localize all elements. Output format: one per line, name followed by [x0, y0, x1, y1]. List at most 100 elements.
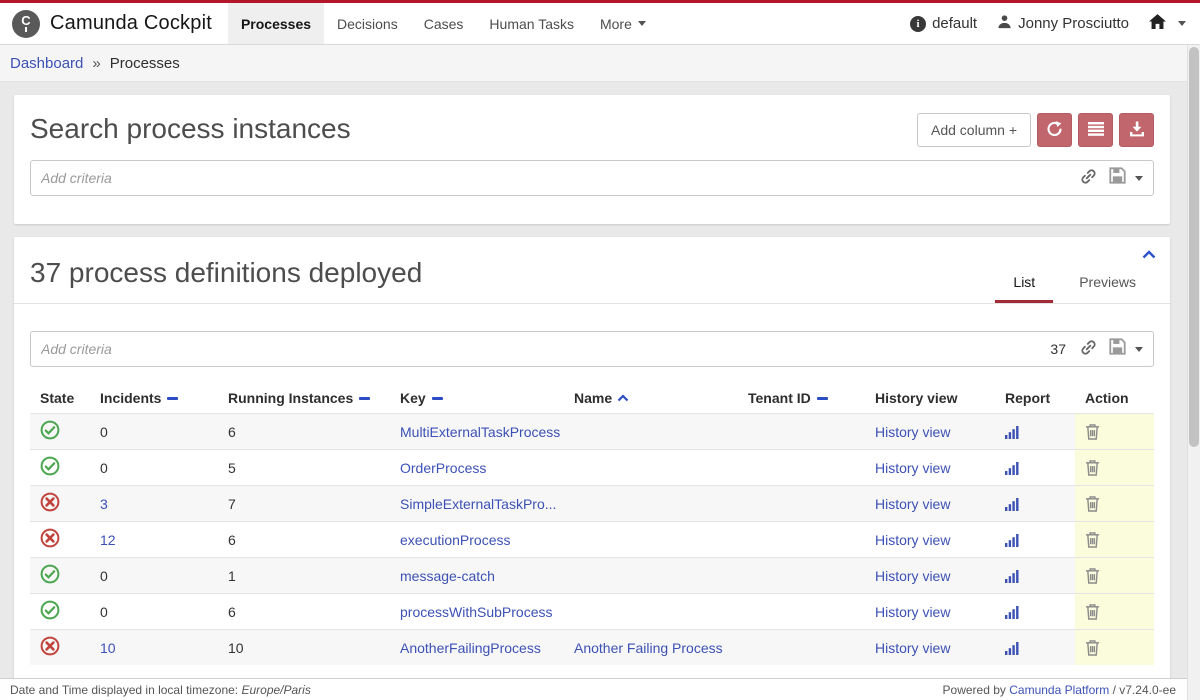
breadcrumb-dashboard-link[interactable]: Dashboard — [10, 55, 83, 72]
camunda-platform-link[interactable]: Camunda Platform — [1009, 683, 1109, 697]
history-view-link[interactable]: History view — [875, 604, 950, 620]
header-tenant-id[interactable]: Tenant ID — [738, 383, 865, 413]
tab-previews[interactable]: Previews — [1061, 266, 1154, 303]
download-button[interactable] — [1119, 113, 1154, 147]
report-chart-icon[interactable] — [1005, 497, 1019, 511]
table-row: 12 6 executionProcess History view — [30, 521, 1154, 557]
nav-item-human-tasks[interactable]: Human Tasks — [476, 3, 587, 44]
instance-criteria-bar — [30, 160, 1154, 196]
incidents-link[interactable]: 3 — [100, 496, 108, 512]
save-search-dropdown[interactable] — [1109, 167, 1143, 189]
header-action: Action — [1075, 383, 1154, 413]
header-name[interactable]: Name — [564, 383, 738, 413]
tab-list[interactable]: List — [995, 266, 1053, 303]
tenant-id-cell — [738, 450, 865, 485]
history-view-link[interactable]: History view — [875, 568, 950, 584]
table-header-row: State Incidents Running Instances Key Na… — [30, 383, 1154, 413]
report-chart-icon[interactable] — [1005, 533, 1019, 547]
delete-icon[interactable] — [1085, 423, 1100, 440]
info-icon: i — [910, 16, 926, 32]
engine-selector[interactable]: i default — [910, 15, 977, 32]
delete-icon[interactable] — [1085, 603, 1100, 620]
footer: Date and Time displayed in local timezon… — [0, 678, 1200, 700]
process-key-link[interactable]: SimpleExternalTaskPro... — [400, 496, 556, 512]
report-chart-icon[interactable] — [1005, 569, 1019, 583]
user-menu[interactable]: Jonny Prosciutto — [997, 14, 1129, 33]
nav-item-cases[interactable]: Cases — [411, 3, 477, 44]
header-history-view: History view — [865, 383, 995, 413]
definition-criteria-bar: 37 — [30, 331, 1154, 367]
delete-icon[interactable] — [1085, 567, 1100, 584]
tenant-id-cell — [738, 522, 865, 557]
process-key-link[interactable]: MultiExternalTaskProcess — [400, 424, 560, 440]
report-chart-icon[interactable] — [1005, 425, 1019, 439]
table-row: 0 6 MultiExternalTaskProcess History vie… — [30, 413, 1154, 449]
collapse-panel-button[interactable] — [1142, 247, 1156, 262]
report-chart-icon[interactable] — [1005, 461, 1019, 475]
camunda-logo-icon: C — [12, 10, 40, 38]
process-name-link[interactable]: Another Failing Process — [574, 640, 723, 656]
navbar: C Camunda Cockpit Processes Decisions Ca… — [0, 3, 1200, 45]
vertical-scrollbar[interactable] — [1187, 45, 1200, 700]
table-row: 0 1 message-catch History view — [30, 557, 1154, 593]
process-key-link[interactable]: AnotherFailingProcess — [400, 640, 541, 656]
report-chart-icon[interactable] — [1005, 641, 1019, 655]
chevron-up-icon — [1142, 247, 1156, 262]
history-view-link[interactable]: History view — [875, 532, 950, 548]
tenant-id-cell — [738, 414, 865, 449]
save-search-dropdown[interactable] — [1109, 338, 1143, 360]
history-view-link[interactable]: History view — [875, 496, 950, 512]
powered-by: Powered by Camunda Platform / v7.24.0-ee — [943, 683, 1176, 697]
tenant-id-cell — [738, 630, 865, 665]
sort-dash-icon — [359, 397, 370, 400]
nav-item-more[interactable]: More — [587, 3, 659, 44]
copy-link-button[interactable] — [1076, 339, 1101, 359]
add-column-button[interactable]: Add column + — [917, 113, 1031, 147]
process-key-link[interactable]: message-catch — [400, 568, 495, 584]
report-chart-icon[interactable] — [1005, 605, 1019, 619]
delete-icon[interactable] — [1085, 459, 1100, 476]
state-error-icon — [40, 492, 60, 515]
nav-item-decisions[interactable]: Decisions — [324, 3, 411, 44]
header-running-instances[interactable]: Running Instances — [218, 383, 390, 413]
instance-criteria-input[interactable] — [41, 170, 1076, 186]
delete-icon[interactable] — [1085, 639, 1100, 656]
incidents-link[interactable]: 12 — [100, 532, 116, 548]
sort-dash-icon — [817, 397, 828, 400]
table-row: 3 7 SimpleExternalTaskPro... History vie… — [30, 485, 1154, 521]
incidents-link[interactable]: 10 — [100, 640, 116, 656]
history-view-link[interactable]: History view — [875, 424, 950, 440]
state-error-icon — [40, 636, 60, 659]
chevron-down-icon — [638, 21, 646, 26]
header-report: Report — [995, 383, 1075, 413]
save-icon — [1109, 167, 1126, 189]
state-ok-icon — [40, 456, 60, 479]
history-view-link[interactable]: History view — [875, 460, 950, 476]
breadcrumb-separator: » — [92, 55, 100, 72]
home-menu[interactable] — [1149, 14, 1186, 33]
scrollbar-thumb[interactable] — [1189, 47, 1199, 447]
engine-name: default — [932, 15, 977, 32]
process-key-link[interactable]: OrderProcess — [400, 460, 486, 476]
process-key-link[interactable]: processWithSubProcess — [400, 604, 553, 620]
nav-item-processes[interactable]: Processes — [228, 3, 324, 44]
state-ok-icon — [40, 564, 60, 587]
table-row: 0 5 OrderProcess History view — [30, 449, 1154, 485]
copy-link-button[interactable] — [1076, 168, 1101, 188]
share-link-button[interactable] — [1037, 113, 1072, 147]
header-key[interactable]: Key — [390, 383, 564, 413]
process-key-link[interactable]: executionProcess — [400, 532, 511, 548]
history-view-link[interactable]: History view — [875, 640, 950, 656]
definition-criteria-input[interactable] — [41, 341, 1050, 357]
search-instances-panel: Search process instances Add column + — [14, 95, 1170, 224]
header-incidents[interactable]: Incidents — [90, 383, 218, 413]
timezone-value: Europe/Paris — [241, 683, 310, 697]
list-view-button[interactable] — [1078, 113, 1113, 147]
chevron-down-icon — [1135, 176, 1143, 181]
definitions-table: State Incidents Running Instances Key Na… — [30, 383, 1154, 665]
delete-icon[interactable] — [1085, 531, 1100, 548]
header-state: State — [30, 383, 90, 413]
brand[interactable]: C Camunda Cockpit — [0, 3, 228, 44]
user-icon — [997, 14, 1012, 33]
delete-icon[interactable] — [1085, 495, 1100, 512]
